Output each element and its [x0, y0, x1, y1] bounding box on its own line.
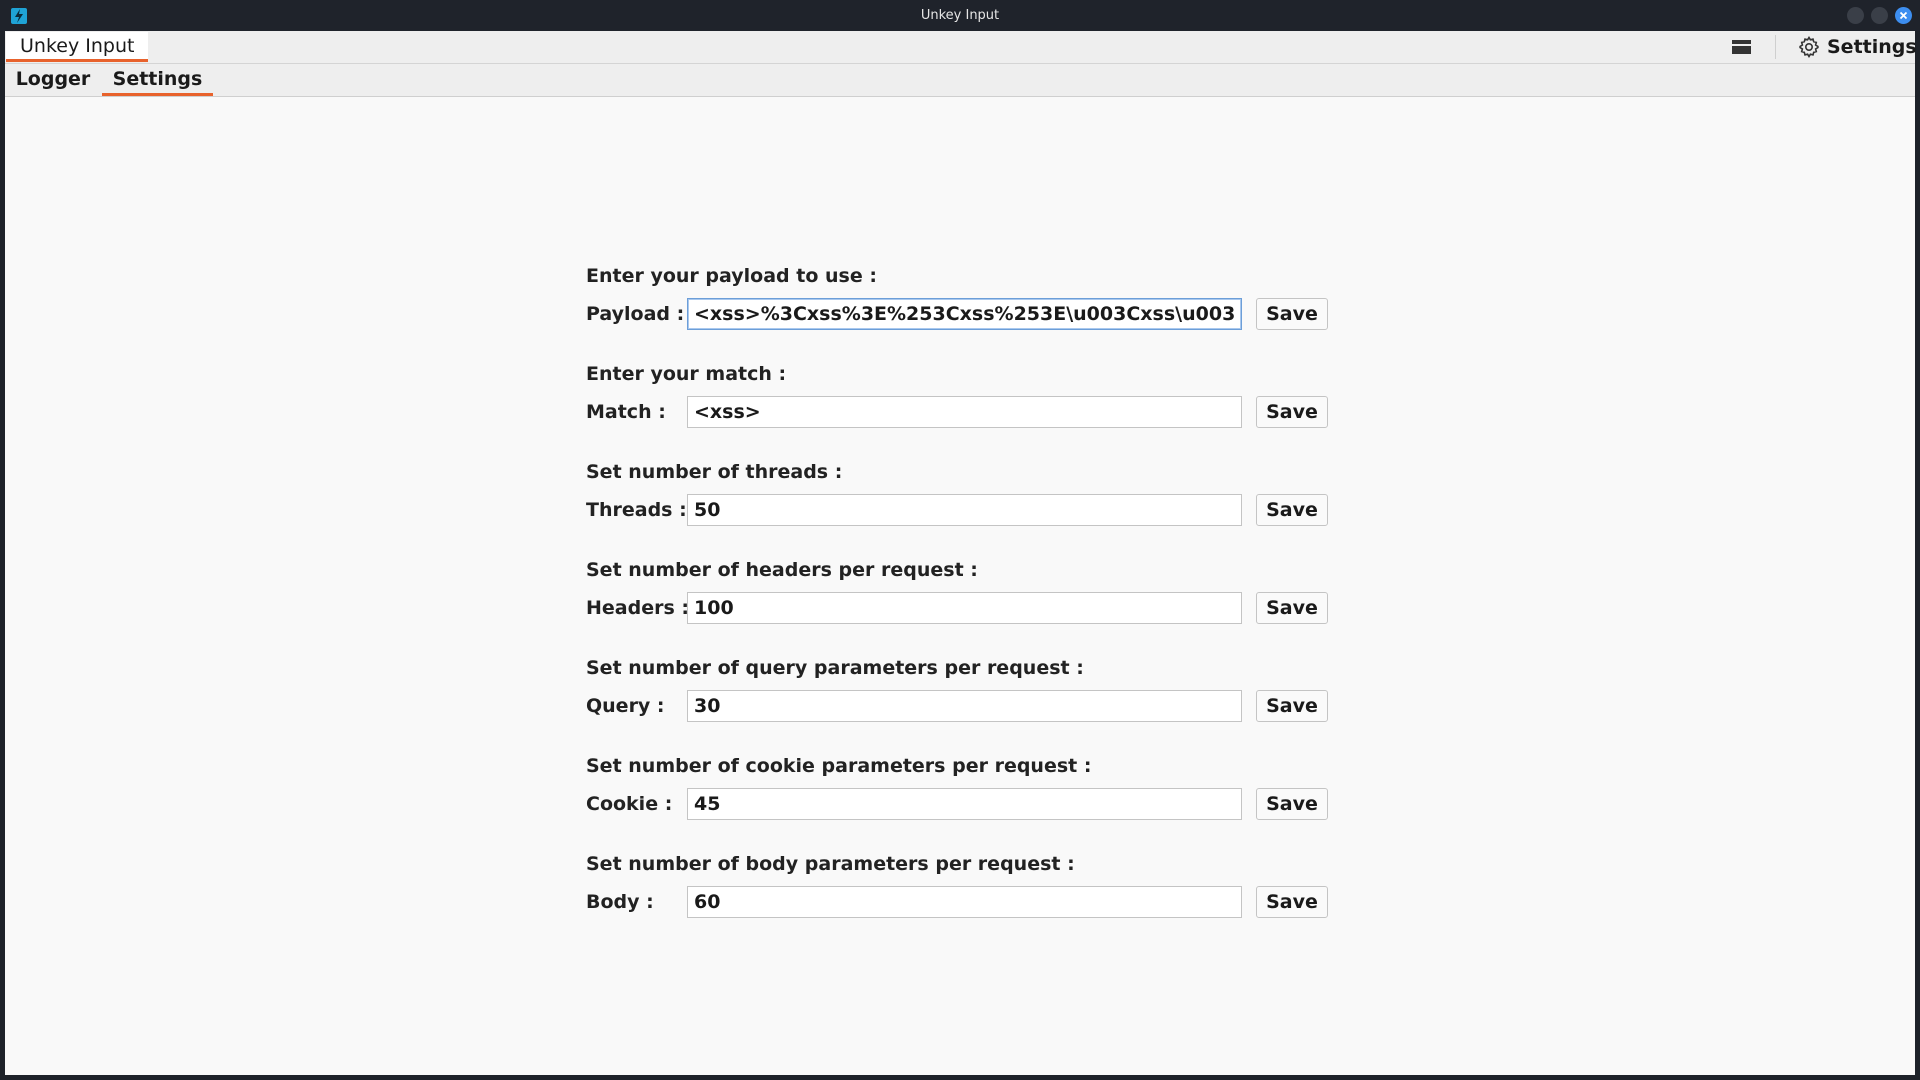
body-input[interactable]: [687, 886, 1242, 918]
close-button[interactable]: [1895, 7, 1912, 24]
headers-heading: Set number of headers per request :: [586, 559, 978, 581]
settings-button[interactable]: Settings: [1797, 31, 1917, 63]
payload-heading: Enter your payload to use :: [586, 265, 877, 287]
threads-input[interactable]: [687, 494, 1242, 526]
cookie-label: Cookie :: [586, 793, 673, 815]
payload-input[interactable]: [687, 298, 1242, 330]
cookie-save-button[interactable]: Save: [1256, 788, 1328, 820]
query-save-button[interactable]: Save: [1256, 690, 1328, 722]
match-input[interactable]: [687, 396, 1242, 428]
payload-save-button[interactable]: Save: [1256, 298, 1328, 330]
threads-save-button[interactable]: Save: [1256, 494, 1328, 526]
match-label: Match :: [586, 401, 666, 423]
cookie-input[interactable]: [687, 788, 1242, 820]
headers-label: Headers :: [586, 597, 689, 619]
payload-label: Payload :: [586, 303, 685, 325]
toolbar-divider: [1775, 35, 1776, 59]
query-label: Query :: [586, 695, 665, 717]
query-input[interactable]: [687, 690, 1242, 722]
query-heading: Set number of query parameters per reque…: [586, 657, 1084, 679]
headers-input[interactable]: [687, 592, 1242, 624]
match-heading: Enter your match :: [586, 363, 787, 385]
settings-button-label: Settings: [1827, 36, 1917, 58]
maximize-button[interactable]: [1871, 7, 1888, 24]
tab-unkey-input[interactable]: Unkey Input: [6, 32, 149, 62]
minimize-button[interactable]: [1847, 7, 1864, 24]
application-frame: Unkey Input Settings Logger Settings: [5, 31, 1917, 1075]
match-save-button[interactable]: Save: [1256, 396, 1328, 428]
cookie-heading: Set number of cookie parameters per requ…: [586, 755, 1092, 777]
window-titlebar: Unkey Input: [0, 0, 1920, 31]
body-label: Body :: [586, 891, 654, 913]
body-heading: Set number of body parameters per reques…: [586, 853, 1075, 875]
tab-logger[interactable]: Logger: [5, 64, 101, 96]
window-title: Unkey Input: [920, 8, 1000, 23]
sub-tab-bar: Logger Settings: [5, 64, 1915, 97]
body-save-button[interactable]: Save: [1256, 886, 1328, 918]
extension-tab-bar: Unkey Input Settings: [5, 31, 1917, 64]
threads-heading: Set number of threads :: [586, 461, 843, 483]
tab-settings[interactable]: Settings: [102, 64, 213, 96]
headers-save-button[interactable]: Save: [1256, 592, 1328, 624]
threads-label: Threads :: [586, 499, 687, 521]
menu-icon[interactable]: [1732, 39, 1752, 55]
gear-icon: [1799, 35, 1819, 59]
